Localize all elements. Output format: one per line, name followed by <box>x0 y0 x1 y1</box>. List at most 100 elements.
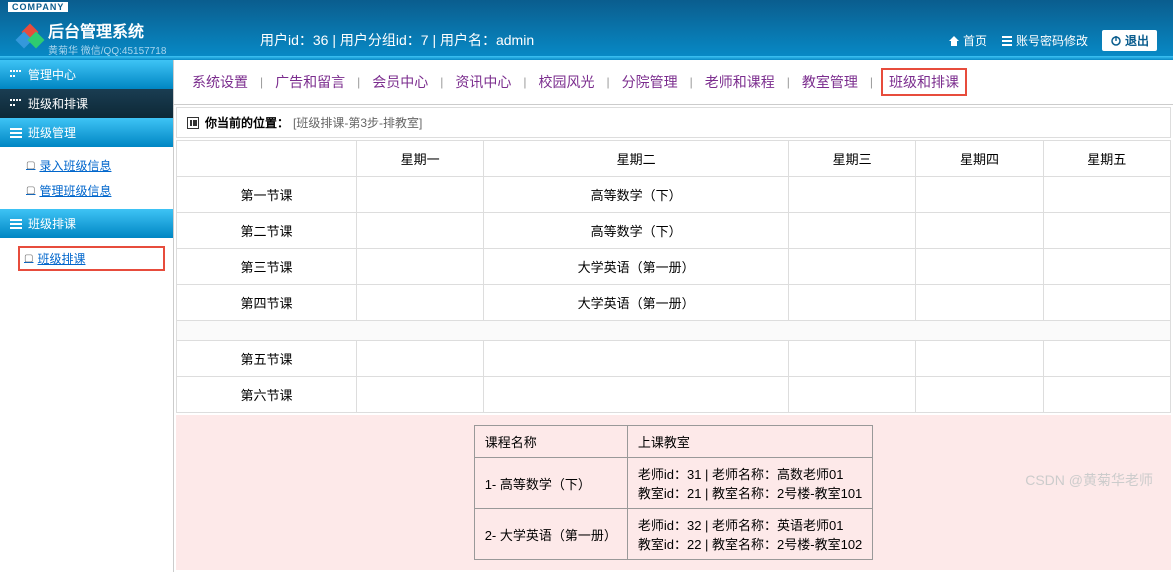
schedule-cell[interactable] <box>788 341 915 377</box>
table-row: 第四节课 大学英语（第一册） <box>177 285 1171 321</box>
schedule-cell[interactable] <box>916 177 1043 213</box>
nav-campus[interactable]: 校园风光 <box>535 72 599 92</box>
course-name-cell: 1- 高等数学（下） <box>474 458 627 509</box>
app-title: 后台管理系统 <box>48 18 166 42</box>
schedule-cell[interactable] <box>1043 341 1170 377</box>
schedule-cell[interactable]: 高等数学（下） <box>484 213 789 249</box>
panel-class-schedule[interactable]: 班级和排课 <box>0 89 173 118</box>
schedule-cell[interactable] <box>916 285 1043 321</box>
header-user-info: 用户id：36 | 用户分组id：7 | 用户名：admin <box>260 30 534 50</box>
course-name-header: 课程名称 <box>474 426 627 458</box>
nav-classroom[interactable]: 教室管理 <box>798 72 862 92</box>
grid-icon <box>10 70 22 80</box>
breadcrumb: 你当前的位置： [班级排课-第3步-排教室] <box>176 107 1171 138</box>
sidebar: 管理中心 班级和排课 班级管理 录入班级信息 管理班级信息 班级排课 班级排课 <box>0 60 174 572</box>
schedule-cell[interactable] <box>357 341 484 377</box>
schedule-table: 星期一 星期二 星期三 星期四 星期五 第一节课高等数学（下）第二节课高等数学（… <box>176 140 1171 413</box>
home-link[interactable]: 首页 <box>948 32 987 49</box>
home-icon <box>948 35 960 47</box>
period-label: 第五节课 <box>177 341 357 377</box>
schedule-cell[interactable] <box>357 377 484 413</box>
side-group-class-arrange: 班级排课 <box>0 238 173 279</box>
account-link[interactable]: 账号密码修改 <box>1001 32 1088 49</box>
period-label: 第三节课 <box>177 249 357 285</box>
schedule-cell[interactable] <box>357 249 484 285</box>
lines-icon <box>10 219 22 229</box>
day-header: 星期二 <box>484 141 789 177</box>
table-row: 第三节课 大学英语（第一册） <box>177 249 1171 285</box>
day-header: 星期五 <box>1043 141 1170 177</box>
table-row: 第一节课 高等数学（下） <box>177 177 1171 213</box>
breadcrumb-label: 你当前的位置： <box>205 114 289 131</box>
breadcrumb-icon <box>187 117 199 129</box>
schedule-cell[interactable] <box>788 177 915 213</box>
nav-system-settings[interactable]: 系统设置 <box>188 72 252 92</box>
schedule-cell[interactable] <box>788 213 915 249</box>
header-bar: COMPANY 后台管理系统 黄菊华 微信/QQ:45157718 用户id：3… <box>0 0 1173 56</box>
sidebar-item-input-class[interactable]: 录入班级信息 <box>0 153 173 178</box>
period-label: 第六节课 <box>177 377 357 413</box>
list-icon <box>1001 35 1013 47</box>
course-name-cell: 2- 大学英语（第一册） <box>474 509 627 560</box>
schedule-cell[interactable] <box>916 377 1043 413</box>
table-header-row: 课程名称 上课教室 <box>474 426 873 458</box>
day-header: 星期三 <box>788 141 915 177</box>
sidebar-item-manage-class[interactable]: 管理班级信息 <box>0 178 173 203</box>
schedule-cell[interactable] <box>788 285 915 321</box>
table-row: 1- 高等数学（下） 老师id：31 | 老师名称：高数老师01 教室id：21… <box>474 458 873 509</box>
schedule-cell[interactable] <box>916 213 1043 249</box>
sidebar-item-arrange-class[interactable]: 班级排课 <box>18 246 165 271</box>
schedule-cell[interactable]: 高等数学（下） <box>484 177 789 213</box>
nav-member-center[interactable]: 会员中心 <box>368 72 432 92</box>
breadcrumb-value: [班级排课-第3步-排教室] <box>293 114 422 131</box>
company-tag: COMPANY <box>8 2 68 12</box>
panel-class-manage[interactable]: 班级管理 <box>0 118 173 147</box>
table-row: 第二节课高等数学（下） <box>177 213 1171 249</box>
schedule-cell[interactable]: 大学英语（第一册） <box>484 249 789 285</box>
course-assignment-table: 课程名称 上课教室 1- 高等数学（下） 老师id：31 | 老师名称：高数老师… <box>474 425 874 560</box>
lines-icon <box>10 128 22 138</box>
schedule-cell[interactable] <box>357 285 484 321</box>
table-row: 2- 大学英语（第一册） 老师id：32 | 老师名称：英语老师01 教室id：… <box>474 509 873 560</box>
logo-block: 后台管理系统 黄菊华 微信/QQ:45157718 <box>18 18 166 57</box>
table-row: 第六节课 <box>177 377 1171 413</box>
schedule-cell[interactable] <box>357 213 484 249</box>
schedule-cell[interactable] <box>788 249 915 285</box>
watermark: CSDN @黄菊华老师 <box>1025 470 1153 490</box>
schedule-cell[interactable] <box>484 377 789 413</box>
app-subtitle: 黄菊华 微信/QQ:45157718 <box>48 42 166 57</box>
content-area: 系统设置| 广告和留言| 会员中心| 资讯中心| 校园风光| 分院管理| 老师和… <box>174 60 1173 572</box>
schedule-cell[interactable] <box>1043 377 1170 413</box>
nav-class-schedule[interactable]: 班级和排课 <box>881 68 967 96</box>
schedule-cell[interactable] <box>916 341 1043 377</box>
schedule-cell[interactable] <box>788 377 915 413</box>
course-assignment-block: 课程名称 上课教室 1- 高等数学（下） 老师id：31 | 老师名称：高数老师… <box>176 415 1171 570</box>
nav-info-center[interactable]: 资讯中心 <box>451 72 515 92</box>
schedule-cell[interactable] <box>1043 249 1170 285</box>
nav-branch[interactable]: 分院管理 <box>618 72 682 92</box>
panel-management-center: 管理中心 <box>0 60 173 89</box>
schedule-cell[interactable] <box>1043 285 1170 321</box>
schedule-cell[interactable] <box>484 341 789 377</box>
period-label: 第四节课 <box>177 285 357 321</box>
panel-class-arrange[interactable]: 班级排课 <box>0 209 173 238</box>
schedule-cell[interactable] <box>1043 177 1170 213</box>
grid-icon <box>10 99 22 109</box>
schedule-cell[interactable] <box>1043 213 1170 249</box>
header-actions: 首页 账号密码修改 退出 <box>934 30 1157 51</box>
classroom-header: 上课教室 <box>627 426 872 458</box>
period-label: 第一节课 <box>177 177 357 213</box>
logo-icon <box>18 26 42 50</box>
table-row: 第五节课 <box>177 341 1171 377</box>
table-header-row: 星期一 星期二 星期三 星期四 星期五 <box>177 141 1171 177</box>
exit-button[interactable]: 退出 <box>1102 30 1157 51</box>
nav-teacher-course[interactable]: 老师和课程 <box>701 72 779 92</box>
schedule-cell[interactable] <box>916 249 1043 285</box>
course-detail-cell: 老师id：31 | 老师名称：高数老师01 教室id：21 | 教室名称：2号楼… <box>627 458 872 509</box>
schedule-cell[interactable] <box>357 177 484 213</box>
power-icon <box>1110 35 1122 47</box>
course-detail-cell: 老师id：32 | 老师名称：英语老师01 教室id：22 | 教室名称：2号楼… <box>627 509 872 560</box>
top-nav: 系统设置| 广告和留言| 会员中心| 资讯中心| 校园风光| 分院管理| 老师和… <box>174 60 1173 105</box>
schedule-cell[interactable]: 大学英语（第一册） <box>484 285 789 321</box>
nav-ads-messages[interactable]: 广告和留言 <box>271 72 349 92</box>
